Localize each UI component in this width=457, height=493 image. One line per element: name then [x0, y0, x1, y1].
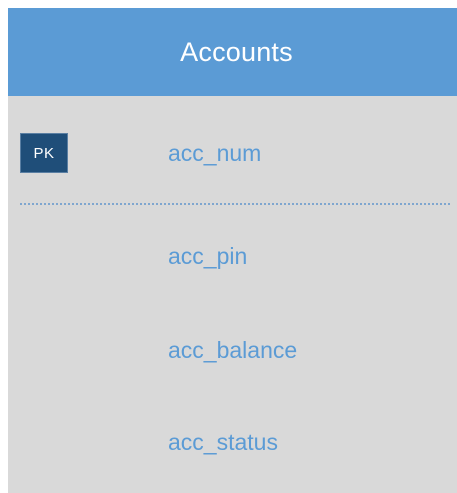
field-acc-balance: acc_balance [168, 337, 298, 363]
key-divider [20, 203, 450, 205]
entity-header: Accounts [8, 8, 457, 96]
primary-key-badge: PK [20, 133, 68, 173]
entity-accounts: Accounts PK acc_num acc_pin acc_balance … [8, 8, 457, 493]
field-acc-pin: acc_pin [168, 243, 248, 269]
entity-title: Accounts [180, 36, 293, 67]
field-acc-status: acc_status [168, 429, 278, 455]
field-acc-num: acc_num [168, 140, 262, 166]
